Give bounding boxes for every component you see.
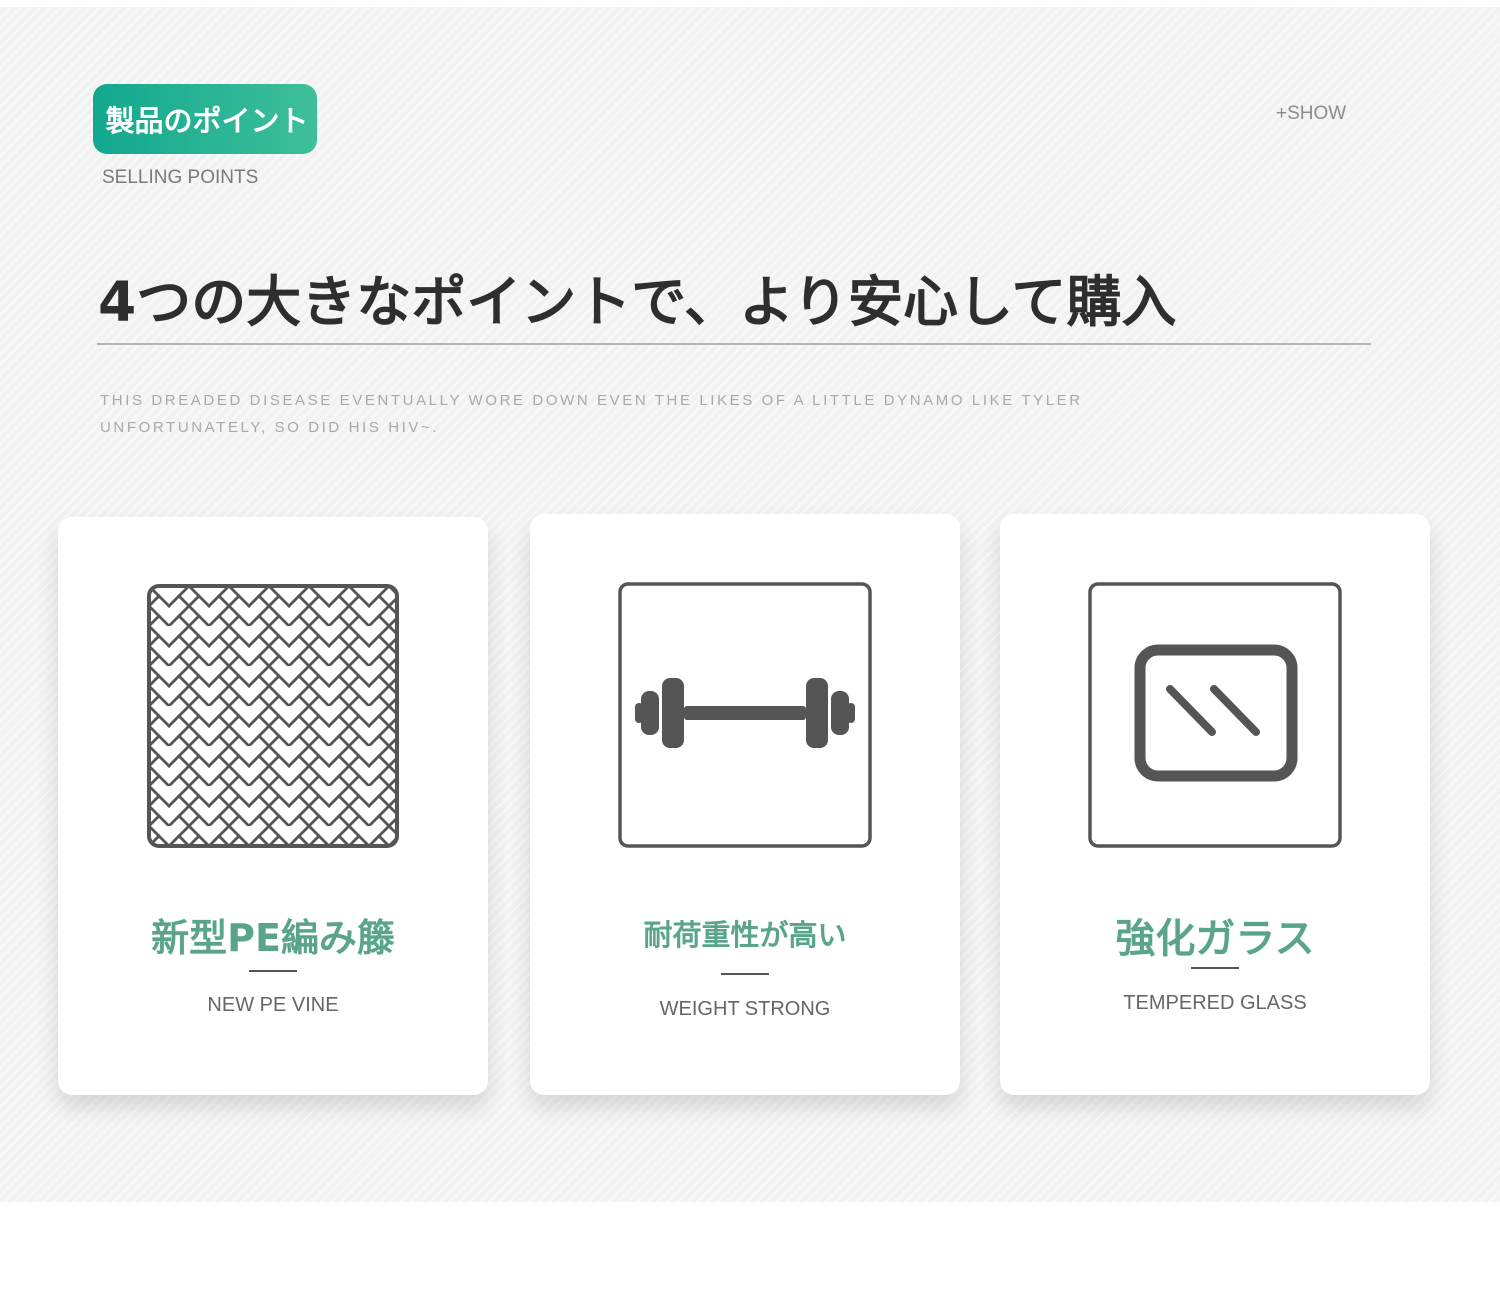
selling-points-section: 製品のポイント SELLING POINTS +SHOW 4つの大きなポイントで… xyxy=(0,7,1500,1202)
card-divider xyxy=(721,973,769,975)
description-line: THIS DREADED DISEASE EVENTUALLY WORE DOW… xyxy=(100,392,1083,409)
card-subtitle: TEMPERED GLASS xyxy=(1123,992,1307,1014)
feature-card-pe-vine: 新型PE編み籐 NEW PE VINE xyxy=(58,517,488,1095)
title-divider xyxy=(97,343,1371,345)
page-title: 4つの大きなポイントで、より安心して購入 xyxy=(98,270,1177,334)
section-badge: 製品のポイント xyxy=(93,84,317,154)
feature-card-weight: 耐荷重性が高い WEIGHT STRONG xyxy=(530,514,960,1095)
card-title: 新型PE編み籐 xyxy=(151,916,395,960)
section-eyebrow: SELLING POINTS xyxy=(102,167,259,188)
dumbbell-icon xyxy=(618,582,872,848)
feature-card-glass: 強化ガラス TEMPERED GLASS xyxy=(1000,514,1430,1095)
show-more-link[interactable]: +SHOW xyxy=(1276,103,1346,125)
card-divider xyxy=(249,970,297,972)
description-line: UNFORTUNATELY, SO DID HIS HIV~. xyxy=(100,419,440,436)
card-title: 強化ガラス xyxy=(1115,916,1315,962)
rattan-weave-icon xyxy=(146,583,400,849)
card-subtitle: NEW PE VINE xyxy=(207,994,339,1016)
section-description: THIS DREADED DISEASE EVENTUALLY WORE DOW… xyxy=(100,387,1250,441)
glass-panel-icon xyxy=(1088,582,1342,848)
card-divider xyxy=(1191,967,1239,969)
card-subtitle: WEIGHT STRONG xyxy=(659,998,831,1020)
card-title: 耐荷重性が高い xyxy=(643,918,847,952)
